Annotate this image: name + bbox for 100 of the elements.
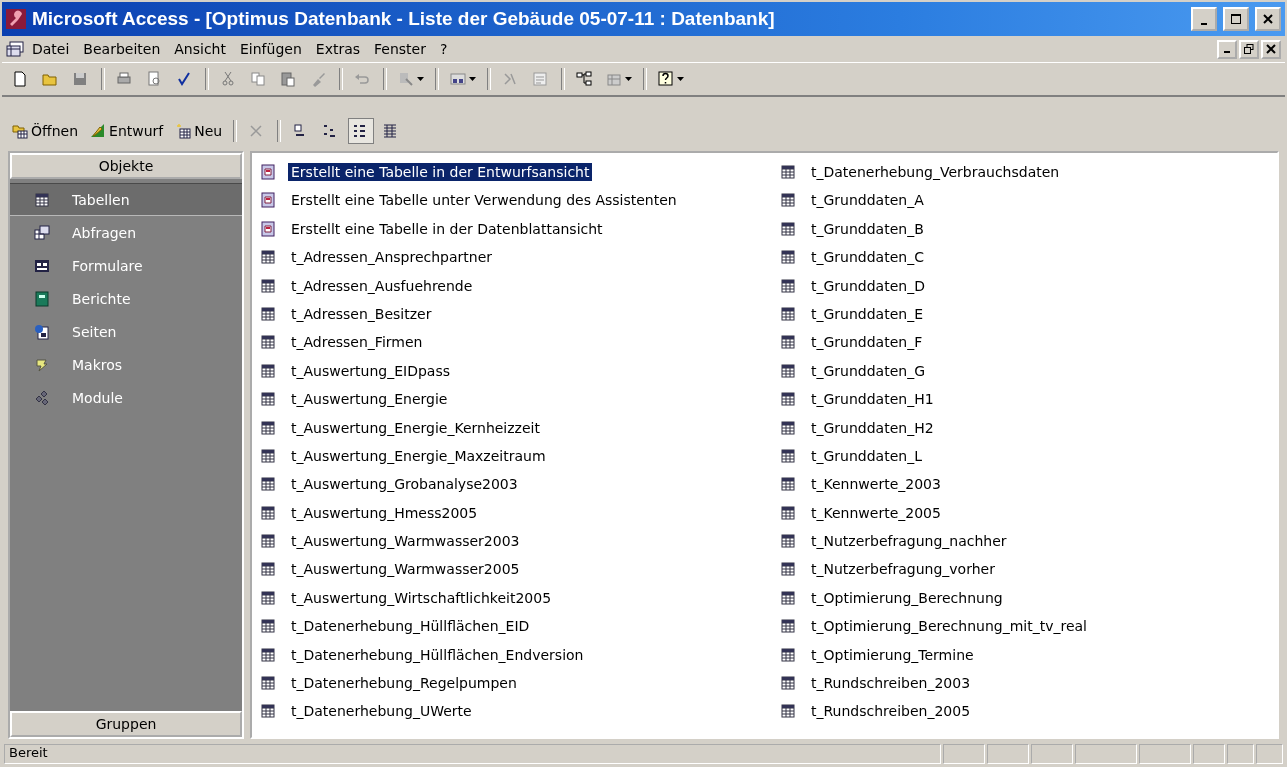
object-list-item[interactable]: t_Auswertung_Hmess2005 xyxy=(288,503,481,522)
object-list-item[interactable]: t_Auswertung_Energie_Kernheizzeit xyxy=(288,418,543,437)
table-icon xyxy=(780,675,796,692)
object-type-item[interactable]: Berichte xyxy=(10,282,242,315)
table-icon xyxy=(34,191,50,208)
table-icon xyxy=(780,589,796,606)
toolbar-button[interactable]: Neu xyxy=(171,118,227,144)
restore-button[interactable] xyxy=(1239,39,1259,59)
caret-icon xyxy=(417,77,424,81)
menu-item[interactable]: Einfügen xyxy=(234,39,308,59)
object-list-item[interactable]: t_Optimierung_Berechnung_mit_tv_real xyxy=(808,617,1090,636)
object-list-item[interactable]: t_Datenerhebung_UWerte xyxy=(288,702,475,721)
object-list-item[interactable]: Erstellt eine Tabelle unter Verwendung des Assistenten xyxy=(288,191,680,210)
caret-icon xyxy=(469,77,476,81)
menu-item[interactable]: Datei xyxy=(26,39,76,59)
object-list-item[interactable]: t_Auswertung_EIDpass xyxy=(288,361,453,380)
object-type-item[interactable]: Abfragen xyxy=(10,216,242,249)
table-icon xyxy=(260,533,276,550)
object-list-item[interactable]: t_Grunddaten_H2 xyxy=(808,418,937,437)
object-list-item[interactable]: t_Rundschreiben_2005 xyxy=(808,702,974,721)
menu-item[interactable]: Bearbeiten xyxy=(77,39,167,59)
object-list-item[interactable]: t_Grunddaten_L xyxy=(808,446,925,465)
menu-item[interactable]: Ansicht xyxy=(168,39,232,59)
object-list-item[interactable]: t_Grunddaten_A xyxy=(808,191,927,210)
table-icon xyxy=(780,533,796,550)
table-icon xyxy=(780,362,796,379)
object-list-item[interactable]: t_Rundschreiben_2003 xyxy=(808,674,974,693)
minimize-button[interactable] xyxy=(1217,39,1237,59)
object-list-item[interactable]: t_Adressen_Ausfuehrende xyxy=(288,276,476,295)
table-icon xyxy=(260,675,276,692)
object-list-item[interactable]: t_Grunddaten_E xyxy=(808,304,926,323)
properties-icon xyxy=(532,71,548,87)
object-list-item[interactable]: t_Grunddaten_C xyxy=(808,248,927,267)
object-type-item[interactable]: Formulare xyxy=(10,249,242,282)
view-button[interactable] xyxy=(348,118,375,144)
object-type-item[interactable]: Seiten xyxy=(10,315,242,348)
menu-item[interactable]: Fenster xyxy=(368,39,432,59)
object-type-item[interactable]: Module xyxy=(10,381,242,414)
object-list-item[interactable]: t_Kennwerte_2003 xyxy=(808,475,944,494)
object-list-item[interactable]: t_Nutzerbefragung_vorher xyxy=(808,560,998,579)
folder-icon xyxy=(42,71,58,87)
close-button[interactable] xyxy=(1255,7,1281,31)
object-type-item[interactable]: Tabellen xyxy=(10,183,242,216)
object-list-item[interactable]: t_Auswertung_Warmwasser2005 xyxy=(288,560,523,579)
table-icon xyxy=(780,618,796,635)
object-list-item[interactable]: t_Adressen_Firmen xyxy=(288,333,426,352)
table-icon xyxy=(780,220,796,237)
delete-icon xyxy=(248,123,265,139)
object-list-item[interactable]: t_Grunddaten_F xyxy=(808,333,926,352)
close-button[interactable] xyxy=(1261,39,1281,59)
menu-item[interactable]: Extras xyxy=(309,39,367,59)
menu-item[interactable]: ? xyxy=(433,39,454,59)
table-icon xyxy=(260,419,276,436)
object-list-item[interactable]: t_Datenerhebung_Hüllflächen_Endversion xyxy=(288,645,587,664)
object-list-item[interactable]: t_Grunddaten_G xyxy=(808,361,929,380)
toolbar-button[interactable]: Öffnen xyxy=(8,118,83,144)
report-icon xyxy=(34,290,50,307)
object-type-item[interactable]: Makros xyxy=(10,348,242,381)
status-text: Bereit xyxy=(4,744,941,764)
object-list-item[interactable]: t_Auswertung_Warmwasser2003 xyxy=(288,532,523,551)
relationships-icon xyxy=(576,71,592,87)
object-list-item[interactable]: Erstellt eine Tabelle in der Datenblattansicht xyxy=(288,219,606,238)
object-list-item[interactable]: t_Datenerhebung_Regelpumpen xyxy=(288,674,520,693)
object-list-item[interactable]: t_Adressen_Besitzer xyxy=(288,304,435,323)
clipboard-icon xyxy=(280,71,296,87)
table-icon xyxy=(780,334,796,351)
table-icon xyxy=(260,646,276,663)
object-list-item[interactable]: t_Datenerhebung_Hüllflächen_EID xyxy=(288,617,533,636)
table-icon xyxy=(260,249,276,266)
object-list-item[interactable]: t_Adressen_Ansprechpartner xyxy=(288,248,496,267)
groups-header-button[interactable]: Gruppen xyxy=(10,711,242,737)
window-title: Microsoft Access - [Optimus Datenbank - Liste der Gebäude 05-07-11 : Datenbank] xyxy=(32,8,776,30)
object-list-item[interactable]: t_Auswertung_Wirtschaftlichkeit2005 xyxy=(288,588,555,607)
object-list-item[interactable]: t_Datenerhebung_Verbrauchsdaten xyxy=(808,163,1063,181)
object-list-item[interactable]: t_Grunddaten_B xyxy=(808,219,927,238)
object-list-item[interactable]: t_Nutzerbefragung_nachher xyxy=(808,532,1010,551)
close-icon xyxy=(1266,44,1276,54)
object-list-item[interactable]: t_Kennwerte_2005 xyxy=(808,503,944,522)
table-icon xyxy=(780,249,796,266)
toolbar-button[interactable]: Entwurf xyxy=(86,118,168,144)
object-list-item[interactable]: t_Optimierung_Berechnung xyxy=(808,588,1006,607)
maximize-button[interactable] xyxy=(1223,7,1249,31)
objects-header-button[interactable]: Objekte xyxy=(10,153,242,179)
open-table-icon xyxy=(12,123,28,139)
object-list-item[interactable]: t_Optimierung_Termine xyxy=(808,645,977,664)
table-icon xyxy=(260,476,276,493)
object-list-item[interactable]: t_Auswertung_Energie_Maxzeitraum xyxy=(288,446,549,465)
form-icon xyxy=(34,257,50,274)
object-list-item[interactable]: t_Auswertung_Energie xyxy=(288,390,451,409)
table-icon xyxy=(260,561,276,578)
object-list-item[interactable]: t_Auswertung_Grobanalyse2003 xyxy=(288,475,521,494)
table-icon xyxy=(260,504,276,521)
object-list-item[interactable]: t_Grunddaten_D xyxy=(808,276,928,295)
table-icon xyxy=(780,561,796,578)
help-icon xyxy=(658,71,674,87)
object-list-item[interactable]: Erstellt eine Tabelle in der Entwurfsansicht xyxy=(288,163,593,181)
analyze-icon xyxy=(450,71,466,87)
details-view-icon xyxy=(382,123,399,139)
object-list-item[interactable]: t_Grunddaten_H1 xyxy=(808,390,937,409)
table-icon xyxy=(780,419,796,436)
